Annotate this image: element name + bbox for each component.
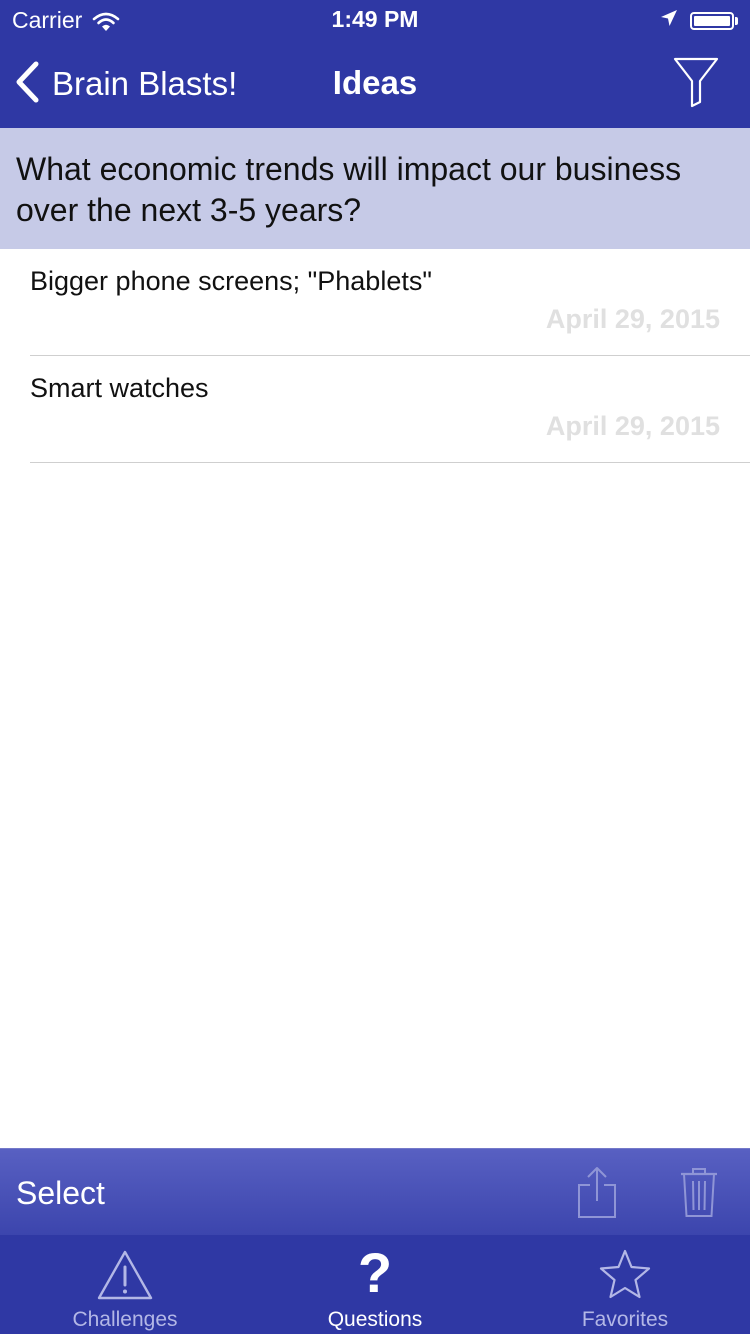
question-text: What economic trends will impact our bus… [16,151,682,228]
status-right [660,9,738,32]
status-bar: Carrier 1:49 PM [0,0,750,40]
filter-icon [672,57,720,112]
back-label: Brain Blasts! [52,65,238,102]
nav-bar: Brain Blasts! Ideas [0,40,750,128]
back-button[interactable]: Brain Blasts! [14,60,237,108]
filter-button[interactable] [672,56,720,108]
idea-text: Smart watches [30,373,209,403]
tab-label: Challenges [72,1308,178,1331]
battery-tip [735,16,738,25]
list-item[interactable]: Bigger phone screens; "Phablets" April 2… [0,249,750,356]
battery-fill [694,15,730,26]
star-icon [595,1247,655,1303]
row-separator [30,462,750,463]
idea-date: April 29, 2015 [545,411,720,441]
status-time: 1:49 PM [331,6,419,32]
tab-bar: Challenges ? Questions Favorites [0,1235,750,1334]
trash-button[interactable] [677,1165,721,1221]
tab-favorites[interactable]: Favorites [500,1235,750,1334]
trash-icon [677,1168,721,1225]
idea-date: April 29, 2015 [545,304,720,334]
location-arrow-icon [660,9,678,32]
toolbar: Select [0,1148,750,1235]
battery-icon [690,11,734,30]
header: Carrier 1:49 PM Brain Blasts! Ideas [0,0,750,128]
list-item[interactable]: Smart watches April 29, 2015 [0,356,750,463]
question-icon: ? [357,1241,393,1304]
warning-icon [95,1247,155,1303]
tab-questions[interactable]: ? Questions [250,1235,500,1334]
idea-text: Bigger phone screens; "Phablets" [30,266,432,296]
question-banner: What economic trends will impact our bus… [0,128,750,249]
share-button[interactable] [575,1165,619,1221]
idea-list: Bigger phone screens; "Phablets" April 2… [0,249,750,463]
tab-label: Questions [327,1308,423,1331]
tab-challenges[interactable]: Challenges [0,1235,250,1334]
chevron-left-icon [14,61,40,108]
select-button[interactable]: Select [16,1175,105,1212]
tab-label: Favorites [581,1308,669,1331]
share-icon [575,1167,619,1225]
